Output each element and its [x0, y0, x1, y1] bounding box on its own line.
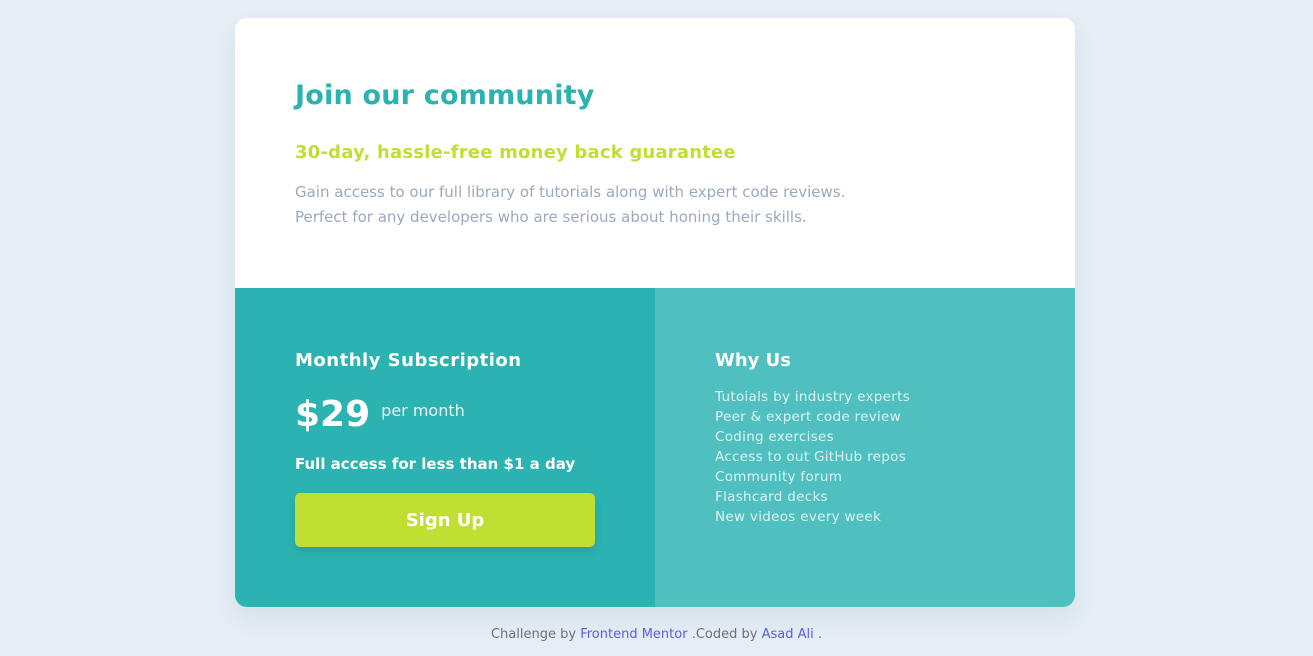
list-item: Access to out GitHub repos — [715, 449, 907, 465]
description: Gain access to our full library of tutor… — [295, 180, 915, 230]
description-line: Perfect for any developers who are serio… — [295, 208, 807, 226]
guarantee-subtitle: 30-day, hassle-free money back guarantee — [295, 142, 736, 163]
subscription-tagline: Full access for less than $1 a day — [295, 455, 576, 473]
description-line: Gain access to our full library of tutor… — [295, 183, 846, 201]
list-item: Tutoials by industry experts — [715, 389, 911, 405]
author-link[interactable]: Asad Ali — [762, 627, 814, 642]
list-item: Community forum — [715, 469, 843, 485]
attribution: Challenge by Frontend Mentor .Coded by A… — [0, 627, 1313, 642]
why-us-section: Why Us Tutoials by industry experts Peer… — [655, 288, 1075, 607]
sign-up-button[interactable]: Sign Up — [295, 493, 595, 547]
frontend-mentor-link[interactable]: Frontend Mentor — [580, 627, 687, 642]
list-item: New videos every week — [715, 509, 882, 525]
why-us-heading: Why Us — [715, 350, 791, 371]
why-us-list: Tutoials by industry experts Peer & expe… — [715, 387, 910, 527]
price-row: $29 per month — [295, 394, 465, 435]
attribution-suffix: . — [817, 627, 823, 642]
attribution-middle: .Coded by — [691, 627, 758, 642]
price-period: per month — [381, 401, 465, 420]
list-item: Peer & expert code review — [715, 409, 901, 425]
community-section: Join our community 30-day, hassle-free m… — [235, 18, 1075, 288]
attribution-prefix: Challenge by — [490, 627, 577, 642]
page-title: Join our community — [295, 80, 595, 111]
list-item: Flashcard decks — [715, 489, 828, 505]
subscription-heading: Monthly Subscription — [295, 350, 522, 371]
subscription-section: Monthly Subscription $29 per month Full … — [235, 288, 655, 607]
price-amount: $29 — [295, 394, 371, 435]
list-item: Coding exercises — [715, 429, 834, 445]
pricing-card: Join our community 30-day, hassle-free m… — [235, 18, 1075, 607]
